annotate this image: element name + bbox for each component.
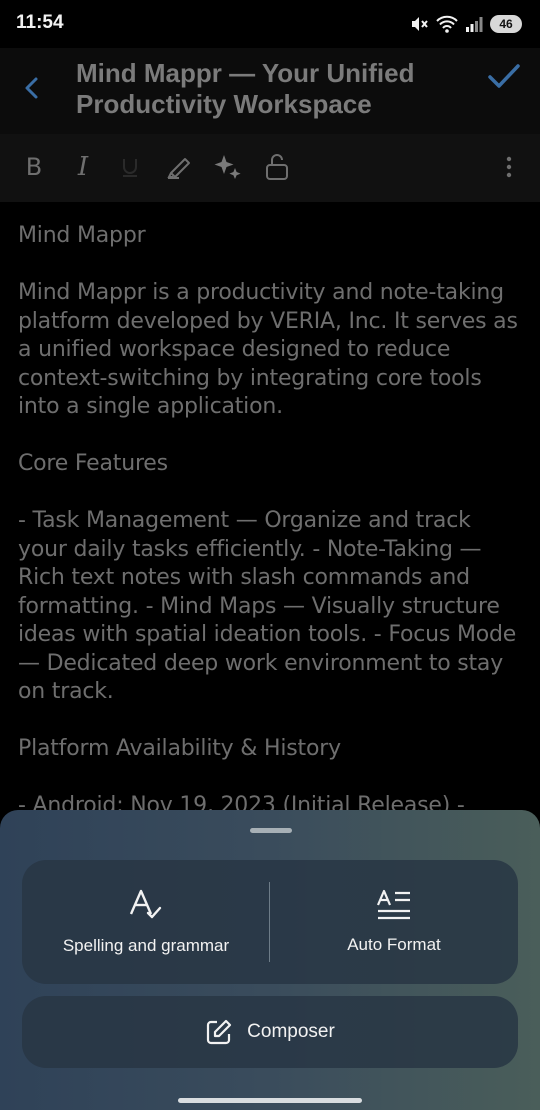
status-icons: 46 xyxy=(409,12,522,36)
formatting-toolbar: B I xyxy=(0,134,540,202)
spelling-grammar-label: Spelling and grammar xyxy=(62,936,230,955)
auto-format-label: Auto Format xyxy=(347,935,441,954)
composer-label: Composer xyxy=(247,1021,335,1042)
signal-icon xyxy=(466,17,483,32)
edit-icon xyxy=(207,1019,232,1045)
note-paragraph: - Task Management — Organize and track y… xyxy=(18,508,517,704)
note-paragraph: Mind Mappr xyxy=(18,223,146,248)
underline-button[interactable] xyxy=(113,150,147,184)
composer-button[interactable]: Composer xyxy=(22,996,518,1068)
lock-button[interactable] xyxy=(260,150,294,184)
wifi-icon xyxy=(436,15,458,33)
note-paragraph: - Android: Nov 19, 2023 (Initial Release… xyxy=(18,793,465,810)
spelling-grammar-button[interactable]: Spelling and grammar xyxy=(22,860,270,984)
sparkle-icon xyxy=(214,155,241,179)
italic-button[interactable]: I xyxy=(66,150,100,184)
italic-icon: I xyxy=(77,152,89,182)
gesture-nav-bar[interactable] xyxy=(178,1098,362,1103)
spell-check-icon xyxy=(129,889,162,919)
underline-icon xyxy=(123,159,137,177)
battery-indicator: 46 xyxy=(490,15,522,33)
note-paragraph: Platform Availability & History xyxy=(18,736,341,761)
more-options-button[interactable] xyxy=(492,150,526,184)
done-button[interactable] xyxy=(484,56,524,96)
ai-tools-sheet: Spelling and grammar Auto Format Compose… xyxy=(0,810,540,1110)
tool-card-row: Spelling and grammar Auto Format xyxy=(22,860,518,984)
ai-sparkle-button[interactable] xyxy=(211,150,245,184)
back-button[interactable] xyxy=(16,72,48,104)
mute-icon xyxy=(412,17,428,31)
highlighter-icon xyxy=(167,158,190,179)
unlock-icon xyxy=(266,154,288,180)
more-vertical-icon xyxy=(506,156,512,178)
page-title: Mind Mappr — Your Unified Productivity W… xyxy=(76,58,415,119)
note-paragraph: Core Features xyxy=(18,451,168,476)
note-body[interactable]: Mind Mappr Mind Mappr is a productivity … xyxy=(18,222,524,810)
highlight-button[interactable] xyxy=(162,150,196,184)
drag-handle[interactable] xyxy=(250,828,292,833)
bold-icon: B xyxy=(25,153,43,181)
status-time: 11:54 xyxy=(16,12,64,33)
app-bar: Mind Mappr — Your Unified Productivity W… xyxy=(0,48,540,134)
auto-format-button[interactable]: Auto Format xyxy=(270,860,518,984)
status-bar: 11:54 46 xyxy=(0,0,540,48)
bold-button[interactable]: B xyxy=(17,150,51,184)
chevron-left-icon xyxy=(25,77,38,99)
checkmark-icon xyxy=(488,64,520,88)
auto-format-icon xyxy=(376,889,410,920)
note-paragraph: Mind Mappr is a productivity and note-ta… xyxy=(18,280,518,419)
